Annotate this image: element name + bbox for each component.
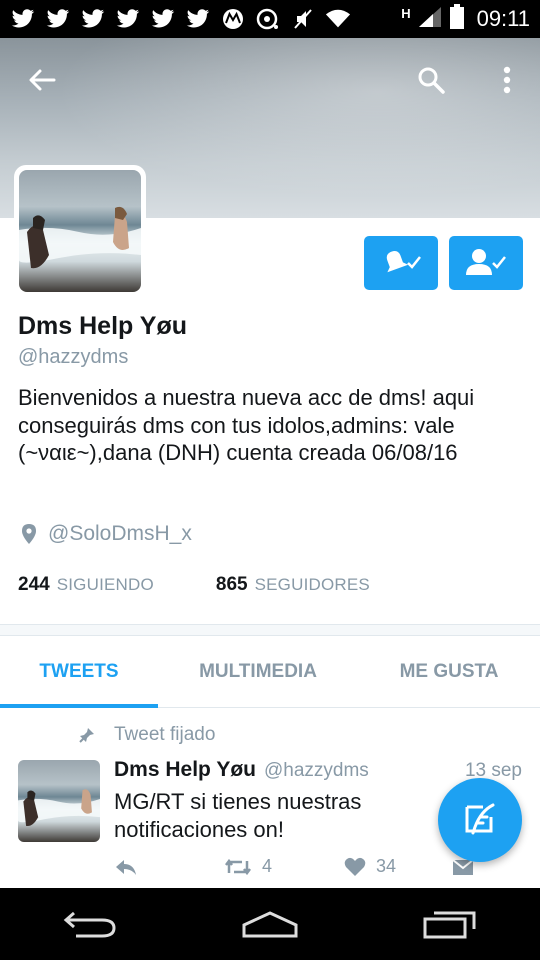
pinned-text: Tweet fijado bbox=[114, 724, 216, 745]
followers-stat[interactable]: 865 SEGUIDORES bbox=[216, 574, 370, 596]
following-label: SIGUIENDO bbox=[56, 575, 154, 594]
reply-button[interactable] bbox=[114, 857, 224, 877]
signal-icon bbox=[417, 5, 443, 34]
search-icon bbox=[418, 67, 445, 94]
tab-me-gusta[interactable]: ME GUSTA bbox=[358, 636, 540, 707]
tweet-header: Dms Help Yøu @hazzydms 13 sep bbox=[114, 758, 522, 782]
profile-bio: Bienvenidos a nuestra nueva acc de dms! … bbox=[18, 385, 475, 465]
followers-count: 865 bbox=[215, 574, 248, 595]
location-pin-icon bbox=[22, 524, 36, 544]
twitter-icon bbox=[80, 8, 106, 30]
back-button[interactable] bbox=[22, 60, 62, 100]
compose-tweet-button[interactable] bbox=[438, 778, 522, 862]
status-bar: H 09:11 bbox=[0, 0, 540, 38]
battery-icon bbox=[449, 3, 465, 35]
profile-name: Dms Help Yøu bbox=[18, 312, 188, 340]
profile-location[interactable]: @SoloDmsH_x bbox=[22, 522, 192, 546]
avatar-image bbox=[19, 170, 141, 292]
following-stat[interactable]: 244 SIGUIENDO bbox=[18, 574, 154, 596]
retweet-count: 4 bbox=[262, 856, 273, 876]
sync-icon bbox=[255, 8, 281, 30]
motorola-icon bbox=[220, 8, 246, 30]
twitter-icon bbox=[150, 8, 176, 30]
section-divider bbox=[0, 624, 540, 636]
twitter-icon bbox=[185, 8, 211, 30]
profile-tabs: TWEETS MULTIMEDIA ME GUSTA bbox=[0, 636, 540, 708]
nav-recents-button[interactable] bbox=[410, 899, 490, 949]
tweet-avatar[interactable] bbox=[18, 760, 100, 842]
mute-icon bbox=[290, 8, 316, 30]
compose-feather-icon bbox=[465, 803, 495, 835]
heart-icon bbox=[344, 857, 366, 876]
reply-icon bbox=[116, 859, 136, 875]
twitter-icon bbox=[115, 8, 141, 30]
tab-multimedia[interactable]: MULTIMEDIA bbox=[158, 636, 358, 707]
nav-home-button[interactable] bbox=[230, 899, 310, 949]
nav-back-button[interactable] bbox=[50, 899, 130, 949]
pin-icon bbox=[79, 728, 94, 743]
twitter-icon bbox=[45, 8, 71, 30]
following-button[interactable] bbox=[449, 236, 523, 290]
status-time: 09:11 bbox=[476, 6, 530, 31]
like-button[interactable]: 34 bbox=[344, 856, 452, 877]
like-count: 34 bbox=[376, 856, 397, 876]
profile-avatar[interactable] bbox=[14, 165, 146, 297]
bell-check-icon bbox=[386, 250, 421, 273]
nav-recents-icon bbox=[423, 911, 476, 939]
status-right: H 09:11 bbox=[401, 3, 530, 35]
more-vertical-icon bbox=[503, 66, 511, 94]
retweet-icon bbox=[225, 858, 251, 875]
pinned-tweet-label: Tweet fijado bbox=[78, 724, 215, 746]
notification-icons bbox=[10, 8, 351, 30]
screen: H 09:11 Dms Help Yøu @hazzydms Bienvenid… bbox=[0, 0, 540, 960]
tweet-actions: 4 34 bbox=[114, 856, 474, 877]
nav-home-icon bbox=[242, 911, 298, 938]
twitter-icon bbox=[10, 8, 36, 30]
tweet-author-handle: @hazzydms bbox=[263, 760, 369, 781]
overflow-menu-button[interactable] bbox=[487, 60, 527, 100]
profile-stats: 244 SIGUIENDO 865 SEGUIDORES bbox=[18, 574, 370, 596]
network-type-label: H bbox=[401, 5, 411, 21]
profile-handle: @hazzydms bbox=[18, 346, 129, 368]
notifications-toggle-button[interactable] bbox=[364, 236, 438, 290]
location-text: @SoloDmsH_x bbox=[48, 522, 192, 545]
user-check-icon bbox=[466, 249, 506, 275]
retweet-button[interactable]: 4 bbox=[224, 856, 344, 877]
nav-back-icon bbox=[63, 911, 116, 938]
tab-tweets[interactable]: TWEETS bbox=[0, 636, 158, 708]
wifi-icon bbox=[325, 8, 351, 30]
arrow-back-icon bbox=[29, 69, 56, 91]
following-count: 244 bbox=[18, 574, 50, 595]
search-button[interactable] bbox=[411, 60, 451, 100]
tweet-author-name: Dms Help Yøu bbox=[114, 758, 256, 781]
followers-label: SEGUIDORES bbox=[254, 575, 370, 594]
system-navigation-bar bbox=[0, 888, 540, 960]
tweet-text: MG/RT si tienes nuestras notificaciones … bbox=[114, 789, 362, 842]
